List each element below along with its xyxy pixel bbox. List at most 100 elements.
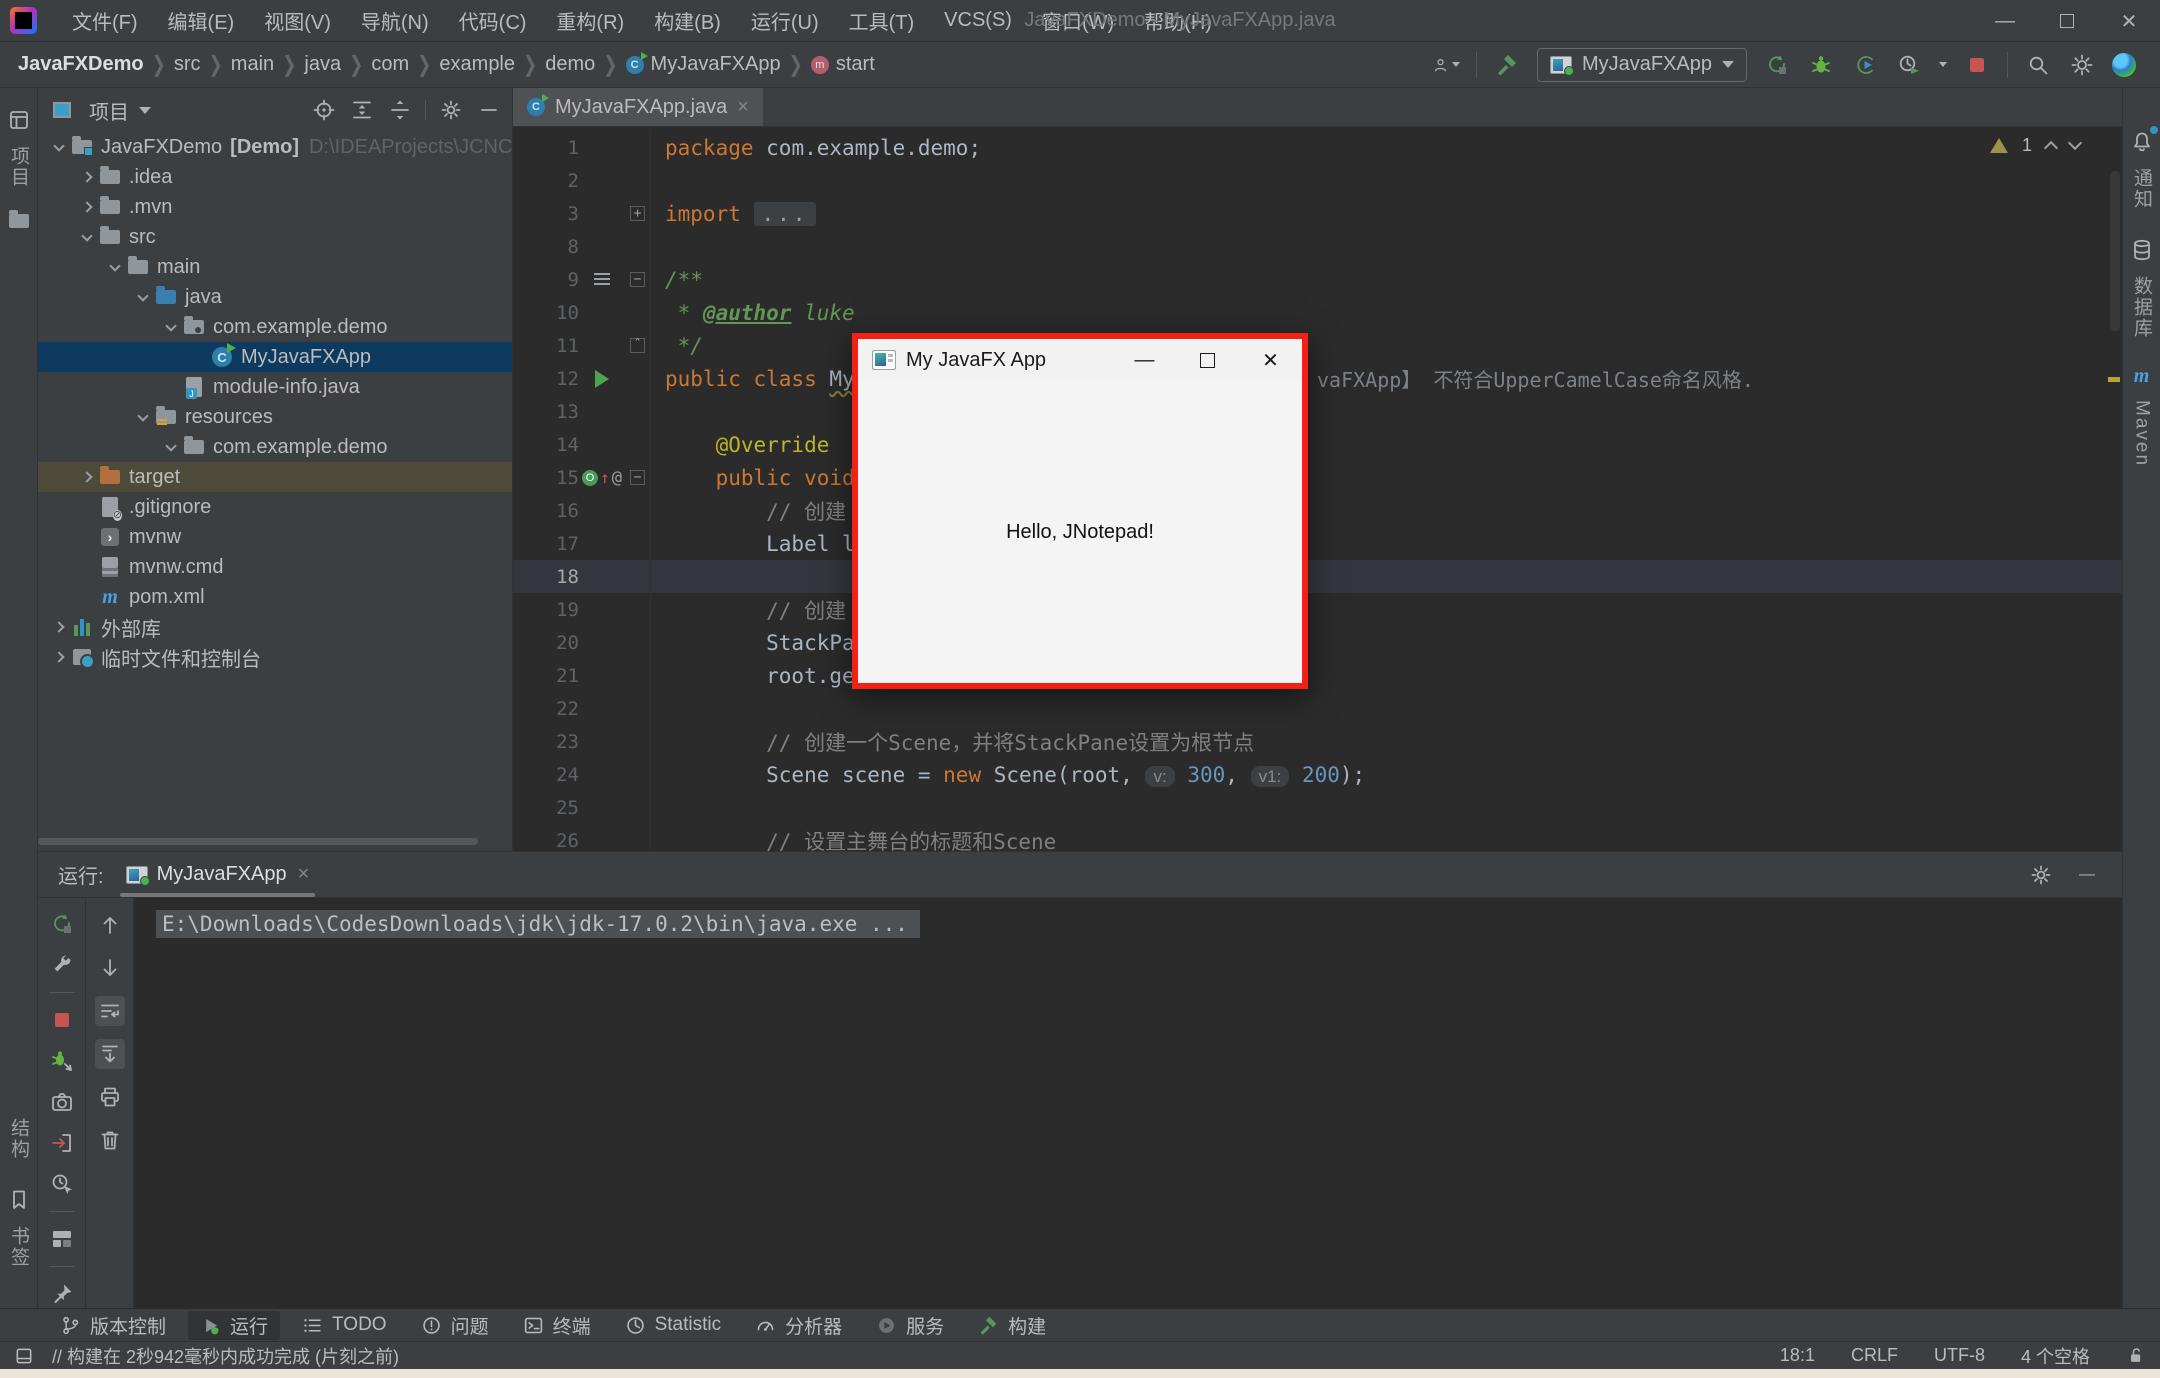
project-view-selector[interactable]: 项目 [52, 96, 151, 125]
run-console[interactable]: E:\Downloads\CodesDownloads\jdk\jdk-17.0… [134, 898, 2122, 1308]
fold-collapse-icon[interactable]: − [630, 272, 645, 287]
gradient-sphere-icon[interactable] [2112, 53, 2136, 77]
tree-row-.idea[interactable]: .idea [38, 162, 512, 192]
stop-icon[interactable] [47, 1006, 77, 1034]
exit-icon[interactable] [47, 1129, 77, 1157]
layout-icon[interactable] [47, 1225, 77, 1253]
clock-cursor-icon[interactable] [47, 1170, 77, 1198]
breadcrumb-item-main[interactable]: main [227, 53, 278, 76]
attach-debug-icon[interactable] [47, 1047, 77, 1075]
tree-row-java[interactable]: java [38, 282, 512, 312]
menu-item-运行(U)[interactable]: 运行(U) [736, 0, 834, 42]
tool-window-button-问题[interactable]: 问题 [409, 1311, 501, 1340]
tree-row-JavaFXDemo[interactable]: JavaFXDemo[Demo]D:\IDEAProjects\JCNCProj… [38, 132, 512, 162]
caret-position[interactable]: 18:1 [1780, 1345, 1815, 1366]
breadcrumb-item-demo[interactable]: demo [541, 53, 599, 76]
code-line-11[interactable]: 11ˆ */ [513, 329, 2122, 362]
tree-row-target[interactable]: target [38, 462, 512, 492]
tree-chevron-icon[interactable] [48, 145, 70, 150]
horizontal-scrollbar[interactable] [38, 838, 478, 845]
code-line-24[interactable]: 24 Scene scene = new Scene(root, v: 300,… [513, 758, 2122, 791]
run-settings-gear-icon[interactable] [2026, 860, 2056, 890]
settings-icon[interactable] [438, 97, 464, 123]
breadcrumb-item-com[interactable]: com [367, 53, 413, 76]
lock-icon[interactable] [2126, 1346, 2146, 1366]
fold-end-icon[interactable]: ˆ [630, 338, 645, 353]
tool-window-button-TODO[interactable]: TODO [290, 1311, 399, 1340]
scroll-end-icon[interactable] [95, 1039, 125, 1069]
close-run-tab-icon[interactable]: × [298, 863, 310, 886]
tree-chevron-icon[interactable] [76, 235, 98, 240]
indent-setting[interactable]: 4 个空格 [2021, 1343, 2090, 1369]
code-line-10[interactable]: 10 * @author luke [513, 296, 2122, 329]
code-area[interactable]: 1package com.example.demo;23+import ...8… [513, 127, 2122, 851]
breadcrumb-item-java[interactable]: java [300, 53, 345, 76]
tool-window-switcher-icon[interactable] [14, 1346, 34, 1366]
breadcrumb-item-MyJavaFXApp[interactable]: CMyJavaFXApp [622, 53, 785, 76]
tool-window-button-终端[interactable]: 终端 [511, 1311, 603, 1340]
maximize-icon[interactable] [2036, 0, 2098, 42]
run-tab[interactable]: MyJavaFXApp × [120, 852, 316, 897]
breadcrumb-item-start[interactable]: mstart [807, 53, 879, 76]
tool-window-button-构建[interactable]: 构建 [966, 1311, 1058, 1340]
hammer-icon[interactable] [1493, 51, 1521, 79]
menu-item-视图(V)[interactable]: 视图(V) [249, 0, 346, 42]
locate-icon[interactable] [311, 97, 337, 123]
tree-row-.gitignore[interactable]: .gitignore [38, 492, 512, 522]
hide-run-panel-icon[interactable]: — [2072, 860, 2102, 890]
user-icon[interactable] [1432, 51, 1460, 79]
tree-row-mvnw[interactable]: ›mvnw [38, 522, 512, 552]
tree-row-mvnw.cmd[interactable]: mvnw.cmd [38, 552, 512, 582]
code-line-22[interactable]: 22 [513, 692, 2122, 725]
tool-button-folder[interactable] [9, 214, 29, 228]
hide-icon[interactable] [476, 97, 502, 123]
run-line-icon[interactable] [595, 370, 609, 388]
code-line-15[interactable]: 15O↑@− public void [513, 461, 2122, 494]
breadcrumb-item-example[interactable]: example [435, 53, 519, 76]
menu-item-VCS(S)[interactable]: VCS(S) [929, 0, 1027, 42]
menu-item-导航(N)[interactable]: 导航(N) [346, 0, 444, 42]
code-line-18[interactable]: 18 [513, 560, 2122, 593]
tool-button-项目[interactable]: 项目 [5, 106, 33, 194]
tree-chevron-icon[interactable] [160, 325, 182, 330]
tree-chevron-icon[interactable] [48, 623, 70, 631]
collapse-all-icon[interactable] [387, 97, 413, 123]
tool-window-button-Statistic[interactable]: Statistic [613, 1311, 734, 1340]
code-line-16[interactable]: 16 // 创建 [513, 494, 2122, 527]
profiler-icon[interactable] [1851, 51, 1879, 79]
tree-chevron-icon[interactable] [48, 653, 70, 661]
tree-row-.mvn[interactable]: .mvn [38, 192, 512, 222]
code-line-13[interactable]: 13 [513, 395, 2122, 428]
tab-myjavafxapp[interactable]: C MyJavaFXApp.java × [513, 88, 763, 126]
tree-row-com.example.demo[interactable]: com.example.demo [38, 312, 512, 342]
arrow-down-icon[interactable] [95, 953, 125, 983]
breadcrumb-item-JavaFXDemo[interactable]: JavaFXDemo [14, 53, 148, 76]
code-line-1[interactable]: 1package com.example.demo; [513, 131, 2122, 164]
tool-button-结构[interactable]: 结构 [5, 1112, 32, 1166]
code-line-26[interactable]: 26 // 设置主舞台的标题和Scene [513, 824, 2122, 851]
menu-item-工具(T)[interactable]: 工具(T) [834, 0, 930, 42]
tree-row-MyJavaFXApp[interactable]: CMyJavaFXApp [38, 342, 512, 372]
tree-chevron-icon[interactable] [76, 173, 98, 181]
editor-scrollbar[interactable] [2110, 171, 2120, 331]
settings-icon[interactable] [2068, 51, 2096, 79]
code-line-8[interactable]: 8 [513, 230, 2122, 263]
tool-window-button-运行[interactable]: 运行 [188, 1311, 280, 1340]
code-line-14[interactable]: 14 @Override [513, 428, 2122, 461]
tree-chevron-icon[interactable] [132, 415, 154, 420]
tree-row-pom.xml[interactable]: mpom.xml [38, 582, 512, 612]
tool-button-Maven[interactable]: mMaven [2131, 365, 2153, 473]
code-line-3[interactable]: 3+import ... [513, 197, 2122, 230]
clock-run-icon[interactable] [1895, 51, 1923, 79]
tool-window-button-分析器[interactable]: 分析器 [743, 1311, 854, 1340]
popup-minimize-icon[interactable]: — [1113, 339, 1176, 381]
code-line-9[interactable]: 9−/** [513, 263, 2122, 296]
next-issue-icon[interactable] [2068, 136, 2082, 150]
prev-issue-icon[interactable] [2044, 141, 2058, 155]
tree-chevron-icon[interactable] [132, 295, 154, 300]
javafx-window-titlebar[interactable]: My JavaFX App — ✕ [858, 339, 1302, 381]
tree-row-src[interactable]: src [38, 222, 512, 252]
tool-button-书签[interactable]: 书签 [5, 1186, 33, 1274]
menu-item-代码(C)[interactable]: 代码(C) [444, 0, 542, 42]
tool-window-button-服务[interactable]: 服务 [864, 1311, 956, 1340]
